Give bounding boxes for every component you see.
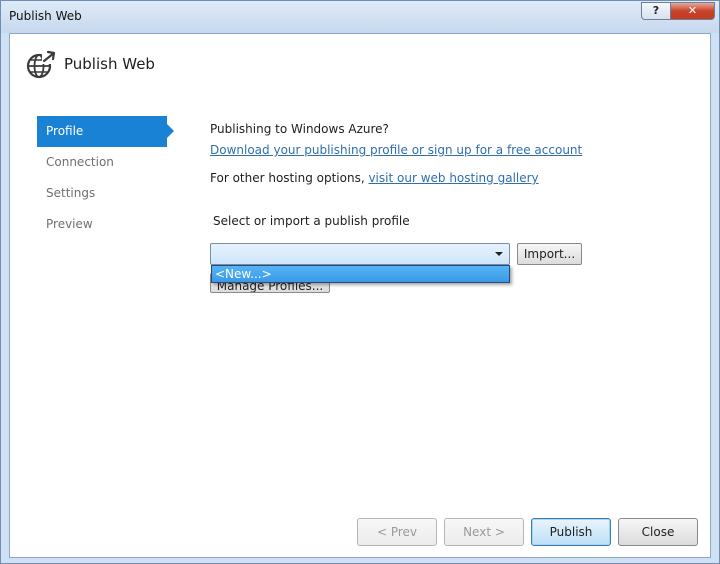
nav-item-profile[interactable]: Profile (37, 116, 174, 147)
nav-item-settings[interactable]: Settings (37, 178, 167, 209)
close-button[interactable]: Close (618, 518, 698, 546)
chevron-down-icon[interactable] (495, 252, 503, 256)
dropdown-option-new[interactable]: <New...> (215, 267, 272, 281)
publish-web-window: Publish Web ? ✕ Publish Web Profile Conn… (0, 0, 720, 564)
publish-button[interactable]: Publish (531, 518, 611, 546)
profile-dropdown-list: <New...> (211, 265, 510, 283)
wizard-nav: Profile Connection Settings Preview (37, 116, 177, 240)
nav-item-connection[interactable]: Connection (37, 147, 167, 178)
azure-question: Publishing to Windows Azure? (210, 122, 389, 136)
dialog-client-area: Publish Web Profile Connection Settings … (9, 33, 711, 558)
page-title: Publish Web (64, 55, 155, 73)
close-window-button[interactable]: ✕ (671, 2, 715, 20)
next-button[interactable]: Next > (444, 518, 524, 546)
import-button[interactable]: Import... (517, 243, 582, 265)
download-profile-link[interactable]: Download your publishing profile or sign… (210, 143, 582, 157)
help-button[interactable]: ? (641, 2, 671, 20)
other-hosting-prefix: For other hosting options, (210, 171, 369, 185)
prev-button[interactable]: < Prev (357, 518, 437, 546)
caption-buttons: ? ✕ (641, 2, 715, 20)
profile-combobox[interactable] (210, 243, 510, 265)
select-profile-label: Select or import a publish profile (213, 214, 410, 228)
other-hosting-text: For other hosting options, visit our web… (210, 171, 539, 185)
title-bar[interactable]: Publish Web ? ✕ (1, 1, 719, 33)
window-title: Publish Web (9, 9, 82, 23)
hosting-gallery-link[interactable]: visit our web hosting gallery (368, 171, 538, 185)
globe-arrow-icon (26, 50, 56, 79)
nav-item-preview[interactable]: Preview (37, 209, 167, 240)
